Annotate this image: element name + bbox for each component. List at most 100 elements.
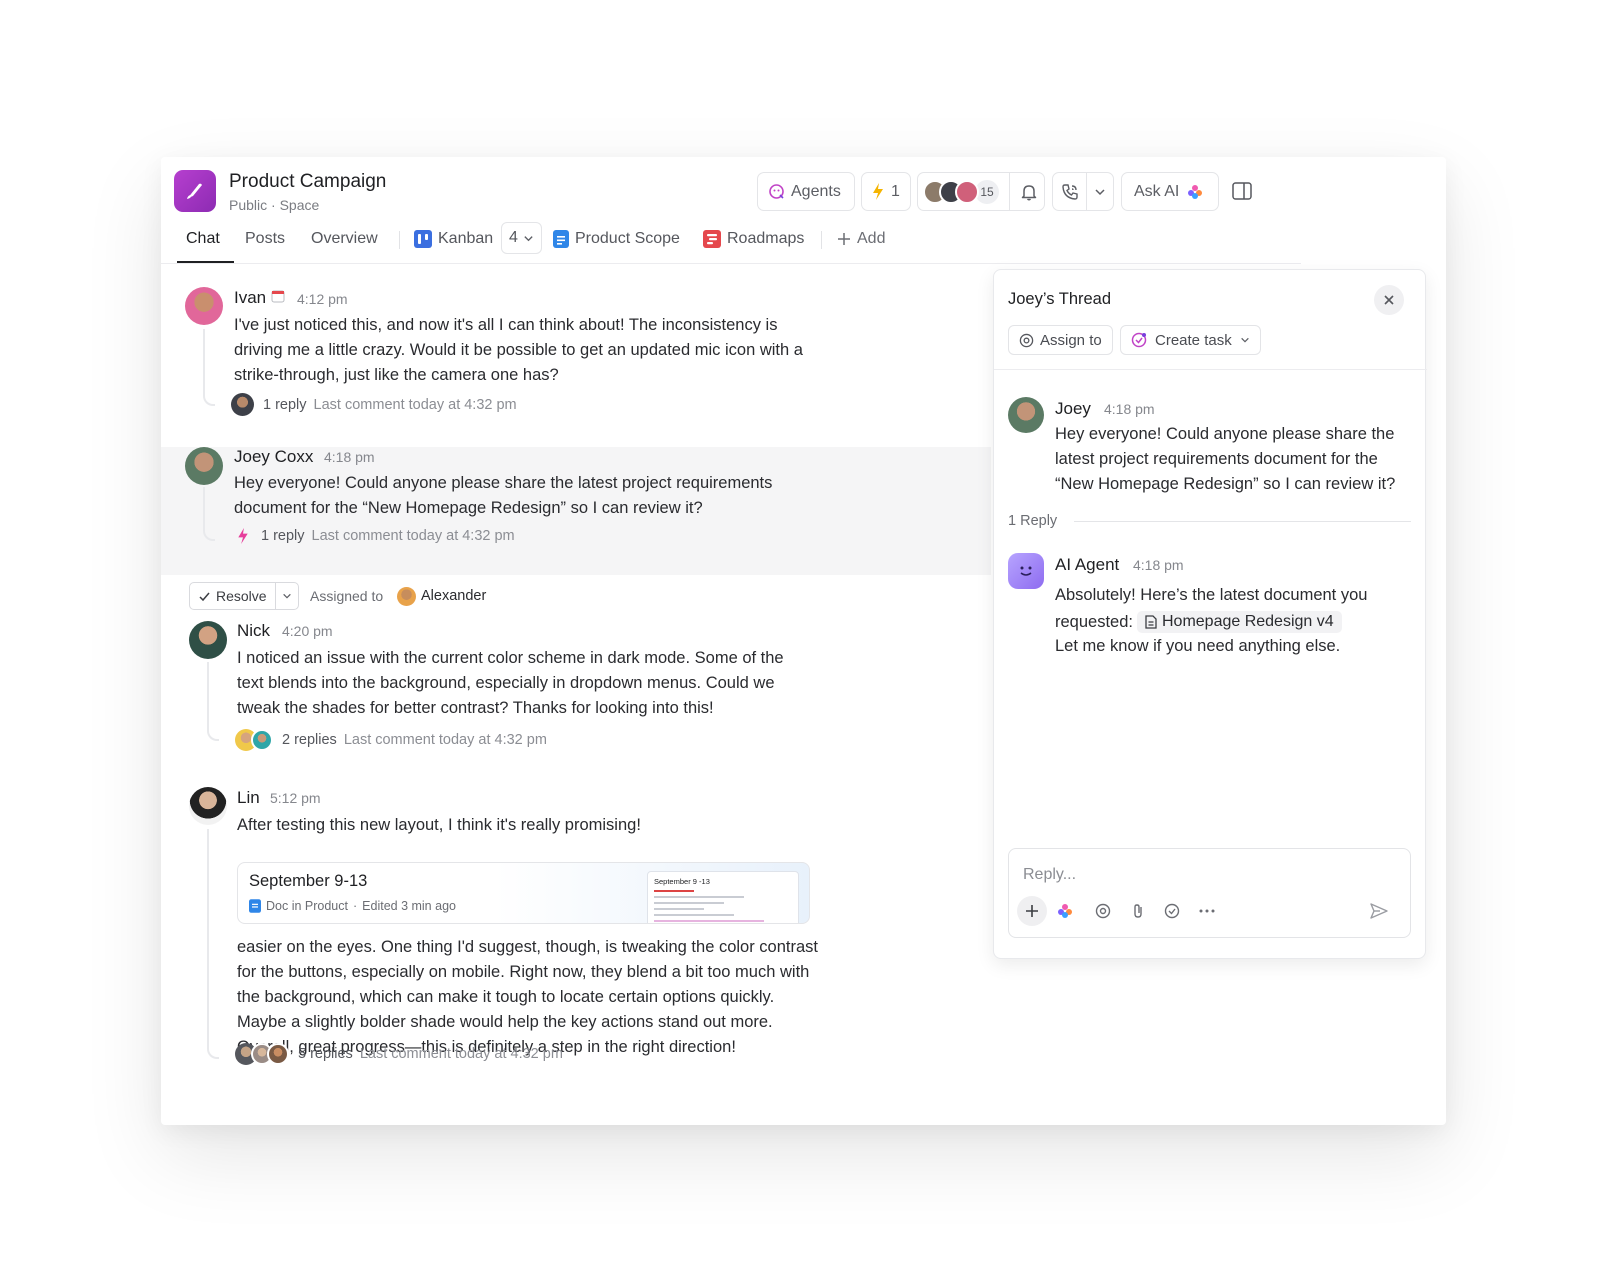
bell-icon[interactable] — [1020, 183, 1038, 201]
paperclip-icon[interactable] — [1131, 903, 1145, 919]
add-attachment-button[interactable] — [1017, 896, 1047, 926]
assignee-name[interactable]: Alexander — [421, 588, 486, 604]
tab-overview[interactable]: Overview — [311, 227, 378, 251]
automations-count: 1 — [891, 182, 900, 200]
doc-thumbnail: September 9 -13 — [647, 871, 799, 923]
avatar — [1008, 397, 1044, 433]
doc-chip-label: Homepage Redesign v4 — [1161, 613, 1334, 630]
reply-count: 2 replies — [282, 732, 337, 748]
thread-connector — [207, 829, 219, 1059]
replies-link[interactable]: 2 replies Last comment today at 4:32 pm — [235, 729, 547, 751]
tab-separator — [399, 231, 400, 249]
message-text: Absolutely! Here’s the latest document y… — [1055, 586, 1368, 604]
resolve-button-group: Resolve — [189, 582, 299, 610]
send-icon[interactable] — [1370, 903, 1388, 919]
space-subtitle: Public · Space — [229, 197, 320, 213]
resolve-dropdown[interactable] — [276, 591, 298, 601]
assignee-avatar — [397, 587, 416, 606]
avatar — [189, 621, 227, 659]
resolve-button[interactable]: Resolve — [190, 588, 275, 604]
author-name[interactable]: Joey — [1055, 399, 1091, 419]
kanban-icon — [414, 230, 432, 248]
ai-agent-avatar — [1008, 553, 1044, 589]
replies-link[interactable]: 1 reply Last comment today at 4:32 pm — [237, 528, 515, 544]
last-comment: Last comment today at 4:32 pm — [313, 396, 517, 413]
chevron-down-icon — [282, 593, 291, 599]
author-name[interactable]: Joey Coxx — [234, 447, 313, 467]
replies-link[interactable]: 1 reply Last comment today at 4:32 pm — [231, 393, 517, 416]
agents-button[interactable]: Agents — [757, 172, 855, 211]
space-icon[interactable] — [174, 170, 216, 212]
more-views-dropdown[interactable]: 4 — [501, 222, 542, 254]
author-name[interactable]: AI Agent — [1055, 555, 1119, 575]
reply-count-divider: 1 Reply — [1008, 513, 1058, 529]
author-name[interactable]: Ivan — [234, 288, 266, 308]
reply-count: 1 reply — [261, 528, 305, 544]
tab-roadmaps[interactable]: Roadmaps — [703, 227, 804, 251]
tab-kanban[interactable]: Kanban — [414, 227, 493, 251]
doc-icon — [249, 899, 261, 913]
doc-attachment-card[interactable]: September 9-13 Doc in Product · Edited 3… — [237, 862, 810, 924]
author-name[interactable]: Nick — [237, 621, 270, 641]
call-button[interactable] — [1052, 172, 1114, 211]
doc-chip[interactable]: Homepage Redesign v4 — [1136, 611, 1342, 633]
timestamp: 4:18 pm — [1104, 401, 1155, 417]
at-icon — [1019, 333, 1034, 347]
tab-chat[interactable]: Chat — [186, 227, 220, 251]
reply-input[interactable]: Reply... — [1023, 866, 1076, 884]
create-task-label: Create task — [1155, 331, 1232, 349]
doc-edited: Edited 3 min ago — [362, 899, 456, 913]
avatar — [231, 393, 254, 416]
message-text: I noticed an issue with the current colo… — [237, 649, 784, 717]
tab-product-scope[interactable]: Product Scope — [553, 227, 680, 251]
thread-connector — [203, 329, 215, 406]
members-button[interactable]: 15 — [917, 172, 1045, 211]
mention-icon[interactable] — [1095, 903, 1111, 919]
timestamp: 4:18 pm — [1133, 557, 1184, 573]
reply-composer[interactable]: Reply... — [1008, 848, 1411, 938]
close-button[interactable] — [1374, 285, 1404, 315]
member-avatar — [955, 179, 979, 204]
task-ai-icon — [1131, 332, 1147, 348]
assign-to-button[interactable]: Assign to — [1008, 325, 1113, 355]
message-text: After testing this new layout, I think i… — [237, 816, 641, 834]
agent-icon — [768, 183, 785, 200]
side-panel-toggle-icon[interactable] — [1231, 180, 1253, 202]
doc-icon — [1145, 615, 1157, 629]
chevron-down-icon — [524, 235, 533, 241]
tab-separator — [821, 231, 822, 249]
replies-link[interactable]: 5 replies Last comment today at 4:32 pm — [235, 1043, 563, 1065]
tab-label: Roadmaps — [727, 230, 805, 247]
tab-label: Posts — [245, 230, 286, 247]
thread-panel: Joey’s Thread Assign to Create task Joey… — [993, 269, 1427, 959]
more-icon[interactable] — [1199, 909, 1215, 913]
last-comment: Last comment today at 4:32 pm — [311, 528, 515, 544]
automations-button[interactable]: 1 — [861, 172, 911, 211]
timestamp: 4:12 pm — [297, 291, 348, 307]
create-task-button[interactable]: Create task — [1120, 325, 1261, 355]
tab-posts[interactable]: Posts — [245, 227, 285, 251]
tabs-divider — [161, 263, 1301, 264]
chevron-down-icon — [1240, 337, 1249, 343]
message-text: I've just noticed this, and now it's all… — [234, 316, 803, 384]
smile-icon — [1020, 566, 1032, 576]
space-title: Product Campaign — [229, 171, 387, 192]
last-comment: Last comment today at 4:32 pm — [343, 732, 547, 748]
plus-icon — [1026, 905, 1038, 917]
tab-label: Chat — [186, 230, 220, 247]
thread-connector — [203, 487, 215, 541]
add-view-button[interactable]: Add — [837, 227, 885, 251]
reply-count: 5 replies — [298, 1046, 353, 1062]
agents-label: Agents — [791, 182, 841, 200]
task-check-icon[interactable] — [1164, 903, 1180, 919]
ai-sparkle-icon[interactable] — [1057, 903, 1073, 919]
divider-line — [1074, 521, 1411, 522]
message-text: Hey everyone! Could anyone please share … — [1055, 425, 1396, 493]
doc-location: Doc in Product — [266, 899, 348, 913]
author-name[interactable]: Lin — [237, 788, 260, 808]
ask-ai-button[interactable]: Ask AI — [1121, 172, 1219, 211]
timestamp: 4:18 pm — [324, 449, 375, 465]
message-text-line: requested: Homepage Redesign v4 — [1055, 611, 1342, 633]
chevron-down-icon[interactable] — [1087, 186, 1113, 198]
avatar — [189, 787, 227, 825]
